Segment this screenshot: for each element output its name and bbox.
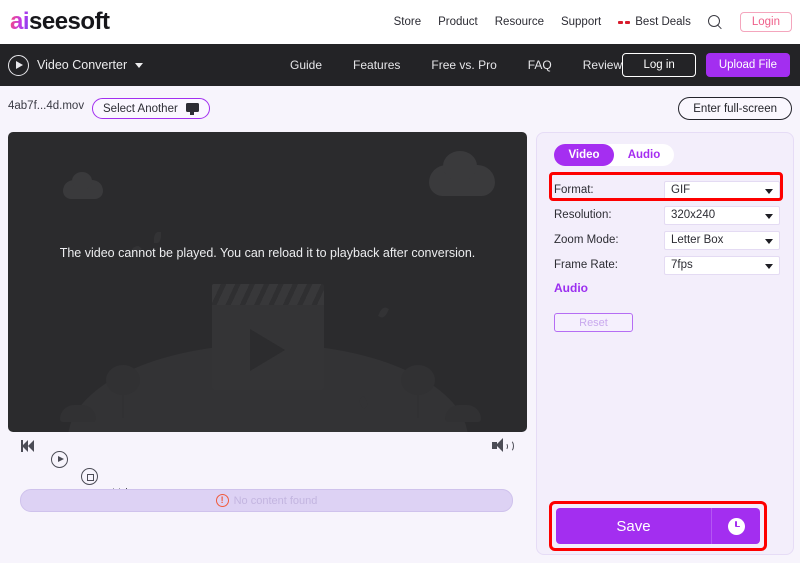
clock-icon xyxy=(727,517,745,535)
frame-rate-label: Frame Rate: xyxy=(554,259,618,271)
leaf-shape xyxy=(378,306,389,319)
search-icon[interactable] xyxy=(707,14,723,30)
save-button[interactable]: Save xyxy=(556,508,760,544)
zoom-mode-select[interactable]: Letter Box xyxy=(664,230,780,250)
format-value: GIF xyxy=(671,184,691,196)
frame-rate-value: 7fps xyxy=(671,259,693,271)
setting-row-format: Format: GIF xyxy=(554,180,780,200)
circle-play-icon xyxy=(8,54,29,76)
header-link-resource[interactable]: Resource xyxy=(495,16,544,28)
volume-icon[interactable] xyxy=(492,438,514,454)
nav-link-review[interactable]: Review xyxy=(583,58,622,72)
nav-link-faq[interactable]: FAQ xyxy=(528,58,552,72)
product-nav: Video Converter Guide Features Free vs. … xyxy=(0,44,800,86)
chevron-down-icon xyxy=(765,188,773,194)
zoom-mode-value: Letter Box xyxy=(671,234,724,246)
video-converter-page: ai seesoft Store Product Resource Support… xyxy=(0,0,800,563)
best-deals-label: Best Deals xyxy=(635,16,691,28)
previous-icon[interactable] xyxy=(21,439,39,453)
tree-icon xyxy=(106,365,140,418)
tab-video[interactable]: Video xyxy=(554,144,614,166)
warning-icon: ! xyxy=(215,494,229,507)
cloud-icon xyxy=(429,151,495,196)
deal-tag-icon xyxy=(618,19,631,26)
monitor-icon xyxy=(185,102,199,115)
product-nav-brand[interactable]: Video Converter xyxy=(8,54,144,76)
select-another-label: Select Another xyxy=(103,102,178,115)
chevron-down-icon xyxy=(765,263,773,269)
product-nav-actions: Log in Upload File xyxy=(622,53,790,77)
header-link-support[interactable]: Support xyxy=(561,16,601,28)
resolution-select[interactable]: 320x240 xyxy=(664,205,780,225)
tree-icon xyxy=(401,365,435,418)
chevron-down-icon[interactable] xyxy=(135,62,144,68)
leaf-shape xyxy=(154,232,161,243)
frame-rate-select[interactable]: 7fps xyxy=(664,255,780,275)
format-select[interactable]: GIF xyxy=(664,180,780,200)
product-nav-title: Video Converter xyxy=(37,58,128,72)
timeline-status-label: No content found xyxy=(233,494,318,507)
clapperboard-icon xyxy=(211,284,324,390)
setting-row-resolution: Resolution: 320x240 xyxy=(554,205,780,225)
site-header-nav: Store Product Resource Support Best Deal… xyxy=(394,0,792,44)
play-icon[interactable] xyxy=(51,451,68,468)
upload-file-button[interactable]: Upload File xyxy=(705,53,790,77)
header-link-best-deals[interactable]: Best Deals xyxy=(618,16,691,28)
resolution-label: Resolution: xyxy=(554,209,612,221)
video-preview[interactable]: The video cannot be played. You can relo… xyxy=(8,132,527,432)
tab-audio[interactable]: Audio xyxy=(614,144,674,166)
save-label: Save xyxy=(616,517,651,535)
select-another-button[interactable]: Select Another xyxy=(92,98,210,119)
settings-panel: Video Audio Format: GIF Resolution: 320x… xyxy=(536,132,794,555)
nav-link-features[interactable]: Features xyxy=(353,58,400,72)
save-history-button[interactable] xyxy=(712,517,760,535)
aiseesoft-logo[interactable]: ai seesoft xyxy=(10,8,110,36)
bush-shape xyxy=(445,405,481,422)
video-error-message: The video cannot be played. You can relo… xyxy=(59,246,476,260)
header-link-product[interactable]: Product xyxy=(438,16,478,28)
nav-link-free-vs-pro[interactable]: Free vs. Pro xyxy=(431,58,496,72)
file-name-label: 4ab7f...4d.mov xyxy=(8,100,85,112)
enter-fullscreen-button[interactable]: Enter full-screen xyxy=(678,97,792,120)
site-header: ai seesoft Store Product Resource Support… xyxy=(0,0,800,44)
logo-accent-text: ai xyxy=(10,8,30,35)
setting-row-zoom-mode: Zoom Mode: Letter Box xyxy=(554,230,780,250)
format-label: Format: xyxy=(554,184,594,196)
timeline-bar[interactable]: ! No content found xyxy=(20,489,513,512)
zoom-mode-label: Zoom Mode: xyxy=(554,234,619,246)
stop-icon[interactable] xyxy=(81,468,98,485)
player-controls xyxy=(8,437,527,500)
bush-shape xyxy=(60,405,96,422)
media-type-tabs: Video Audio xyxy=(554,144,674,166)
nav-link-guide[interactable]: Guide xyxy=(290,58,322,72)
logo-rest-text: seesoft xyxy=(29,8,110,35)
header-link-store[interactable]: Store xyxy=(394,16,422,28)
chevron-down-icon xyxy=(765,213,773,219)
cloud-icon xyxy=(63,172,103,199)
login-button[interactable]: Log in xyxy=(622,53,696,77)
resolution-value: 320x240 xyxy=(671,209,716,221)
product-nav-links: Guide Features Free vs. Pro FAQ Review xyxy=(290,58,622,72)
reset-button[interactable]: Reset xyxy=(554,313,633,332)
audio-section-heading: Audio xyxy=(554,281,588,295)
chevron-down-icon xyxy=(765,238,773,244)
setting-row-frame-rate: Frame Rate: 7fps xyxy=(554,255,780,275)
header-login-button[interactable]: Login xyxy=(739,12,792,32)
